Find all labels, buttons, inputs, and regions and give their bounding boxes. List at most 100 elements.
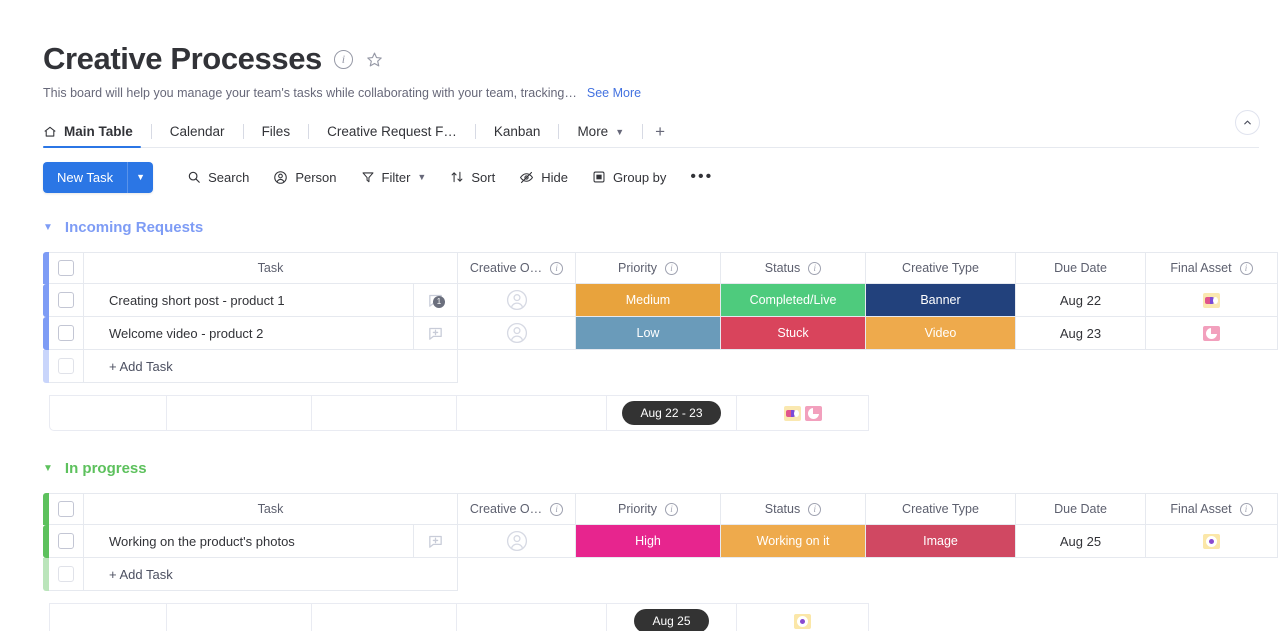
more-actions-button[interactable]: ••• [678,162,725,192]
creative-owner-cell[interactable] [458,317,576,350]
table-row[interactable]: Working on the product's photos High Wor… [43,525,1280,558]
priority-cell[interactable]: Low [576,317,721,350]
info-icon[interactable]: i [550,262,563,275]
tab-calendar[interactable]: Calendar [152,115,243,148]
column-header-priority[interactable]: Priorityi [576,493,721,525]
row-checkbox[interactable] [58,566,74,582]
collapse-header-button[interactable] [1235,110,1260,135]
tab-files[interactable]: Files [244,115,309,148]
column-header-creative-type[interactable]: Creative Type [866,493,1016,525]
tab-creative-request-form[interactable]: Creative Request F… [309,115,475,148]
tab-more[interactable]: More ▼ [559,115,642,148]
info-icon[interactable]: i [550,503,563,516]
row-checkbox[interactable] [58,292,74,308]
status-cell[interactable]: Working on it [721,525,866,558]
asset-thumbnail[interactable] [805,406,822,421]
add-task-cell[interactable]: + Add Task [84,558,458,591]
star-icon[interactable] [365,49,385,69]
info-icon[interactable]: i [1240,503,1253,516]
person-placeholder-icon[interactable] [505,321,529,345]
due-date-cell[interactable]: Aug 22 [1016,284,1146,317]
hide-button[interactable]: Hide [507,162,580,192]
select-all-checkbox[interactable] [58,260,74,276]
row-select-cell[interactable] [49,284,84,317]
creative-type-cell[interactable]: Image [866,525,1016,558]
priority-cell[interactable]: Medium [576,284,721,317]
column-header-final-asset[interactable]: Final Asseti [1146,252,1278,284]
chat-add-icon[interactable] [427,325,444,342]
new-task-button[interactable]: New Task ▼ [43,162,153,193]
creative-type-cell[interactable]: Video [866,317,1016,350]
status-cell[interactable]: Stuck [721,317,866,350]
table-row[interactable]: Creating short post - product 1 1 Medium [43,284,1280,317]
column-header-status[interactable]: Statusi [721,252,866,284]
group-title[interactable]: In progress [65,460,147,477]
creative-owner-cell[interactable] [458,525,576,558]
column-header-priority[interactable]: Priorityi [576,252,721,284]
task-updates-cell[interactable] [414,317,458,350]
select-all-cell[interactable] [49,252,84,284]
search-button[interactable]: Search [175,162,261,192]
summary-due-date-cell[interactable]: Aug 25 [607,603,737,631]
person-placeholder-icon[interactable] [505,529,529,553]
column-header-creative-type[interactable]: Creative Type [866,252,1016,284]
info-icon[interactable]: i [665,503,678,516]
select-all-cell[interactable] [49,493,84,525]
status-cell[interactable]: Completed/Live [721,284,866,317]
final-asset-cell[interactable] [1146,317,1278,350]
table-row[interactable]: Welcome video - product 2 Low Stuck [43,317,1280,350]
task-updates-cell[interactable] [414,525,458,558]
task-name-cell[interactable]: Working on the product's photos [84,525,414,558]
add-view-button[interactable]: + [643,122,677,142]
select-all-checkbox[interactable] [58,501,74,517]
summary-due-date-cell[interactable]: Aug 22 - 23 [607,395,737,431]
see-more-link[interactable]: See More [587,86,641,100]
task-name-cell[interactable]: Creating short post - product 1 [84,284,414,317]
info-icon[interactable]: i [334,50,353,69]
add-task-cell[interactable]: + Add Task [84,350,458,383]
chat-add-icon[interactable] [427,533,444,550]
column-header-status[interactable]: Statusi [721,493,866,525]
add-task-row[interactable]: + Add Task [43,350,1280,383]
tab-kanban[interactable]: Kanban [476,115,559,148]
priority-cell[interactable]: High [576,525,721,558]
task-name-cell[interactable]: Welcome video - product 2 [84,317,414,350]
column-header-final-asset[interactable]: Final Asseti [1146,493,1278,525]
group-title[interactable]: Incoming Requests [65,219,203,236]
column-header-task[interactable]: Task [84,252,458,284]
final-asset-cell[interactable] [1146,284,1278,317]
filter-button[interactable]: Filter ▼ [349,162,439,192]
info-icon[interactable]: i [808,503,821,516]
info-icon[interactable]: i [808,262,821,275]
row-select-cell[interactable] [49,317,84,350]
task-updates-cell[interactable]: 1 [414,284,458,317]
creative-owner-cell[interactable] [458,284,576,317]
person-placeholder-icon[interactable] [505,288,529,312]
asset-thumbnail[interactable] [1203,293,1220,308]
tab-main-table[interactable]: Main Table [43,115,151,148]
column-header-creative-owner[interactable]: Creative O…i [458,493,576,525]
person-button[interactable]: Person [261,162,348,192]
chevron-down-icon[interactable]: ▼ [43,463,53,474]
group-by-button[interactable]: Group by [580,162,678,192]
due-date-cell[interactable]: Aug 23 [1016,317,1146,350]
row-select-cell[interactable] [49,525,84,558]
asset-thumbnail[interactable] [784,406,801,421]
sort-button[interactable]: Sort [438,162,507,192]
row-checkbox[interactable] [58,358,74,374]
due-date-cell[interactable]: Aug 25 [1016,525,1146,558]
asset-thumbnail[interactable] [1203,326,1220,341]
chevron-down-icon[interactable]: ▼ [43,222,53,233]
info-icon[interactable]: i [1240,262,1253,275]
row-checkbox[interactable] [58,533,74,549]
row-checkbox[interactable] [58,325,74,341]
new-task-dropdown-icon[interactable]: ▼ [127,162,153,193]
creative-type-cell[interactable]: Banner [866,284,1016,317]
add-task-row[interactable]: + Add Task [43,558,1280,591]
asset-thumbnail[interactable] [1203,534,1220,549]
chat-badge-icon[interactable]: 1 [427,292,444,309]
asset-thumbnail[interactable] [794,614,811,629]
column-header-creative-owner[interactable]: Creative O…i [458,252,576,284]
column-header-due-date[interactable]: Due Date [1016,252,1146,284]
final-asset-cell[interactable] [1146,525,1278,558]
